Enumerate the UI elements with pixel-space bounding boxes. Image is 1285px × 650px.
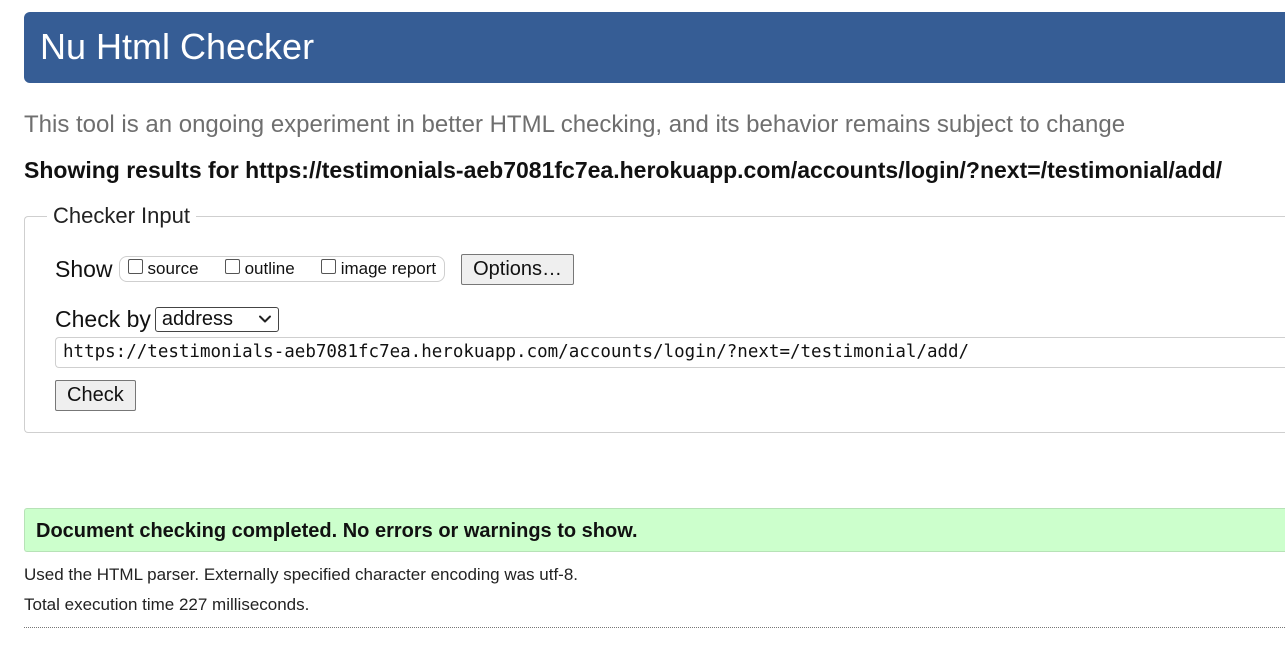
dotted-divider bbox=[24, 627, 1285, 628]
image-report-label: image report bbox=[340, 259, 437, 278]
checker-input-fieldset: Checker Input Show source outline image … bbox=[24, 202, 1285, 433]
options-button[interactable]: Options… bbox=[461, 253, 575, 285]
check-by-row: Check by address bbox=[55, 305, 279, 333]
source-label: source bbox=[147, 259, 199, 278]
check-by-selected-value: address bbox=[161, 307, 234, 330]
parser-info: Used the HTML parser. Externally specifi… bbox=[24, 565, 579, 584]
image-report-checkbox[interactable] bbox=[320, 258, 336, 274]
source-checkbox[interactable] bbox=[127, 258, 143, 274]
page: Nu Html Checker This tool is an ongoing … bbox=[0, 0, 1285, 650]
show-row: Show source outline image report Options… bbox=[55, 253, 575, 285]
check-by-select[interactable]: address bbox=[154, 306, 279, 332]
url-input[interactable]: https://testimonials-aeb7081fc7ea.heroku… bbox=[55, 337, 1285, 368]
show-image-report-option[interactable]: image report bbox=[320, 258, 437, 279]
checker-input-legend: Checker Input bbox=[47, 202, 196, 230]
success-message: Document checking completed. No errors o… bbox=[36, 520, 638, 542]
page-title: Nu Html Checker bbox=[40, 26, 315, 67]
outline-checkbox[interactable] bbox=[224, 258, 240, 274]
tool-description: This tool is an ongoing experiment in be… bbox=[24, 111, 1126, 138]
check-button[interactable]: Check bbox=[55, 380, 136, 411]
execution-time-info: Total execution time 227 milliseconds. bbox=[24, 595, 310, 614]
show-source-option[interactable]: source bbox=[127, 258, 199, 279]
show-label: Show bbox=[55, 255, 113, 282]
chevron-down-icon bbox=[258, 315, 271, 323]
success-message-box: Document checking completed. No errors o… bbox=[24, 508, 1285, 552]
check-by-label: Check by bbox=[55, 305, 151, 332]
show-options-group: source outline image report bbox=[118, 256, 446, 282]
results-for-heading: Showing results for https://testimonials… bbox=[24, 157, 1223, 183]
show-outline-option[interactable]: outline bbox=[224, 258, 295, 279]
outline-label: outline bbox=[244, 259, 295, 278]
header-banner: Nu Html Checker bbox=[24, 12, 1285, 83]
